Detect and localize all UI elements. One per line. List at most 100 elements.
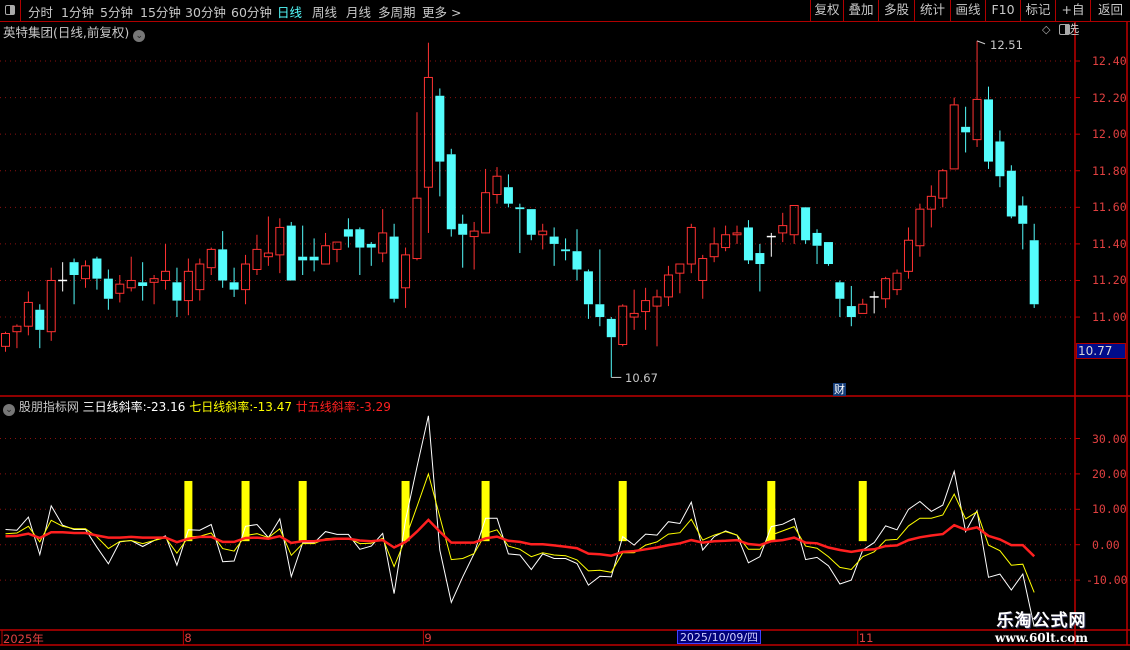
- tab-period-4[interactable]: 30分钟: [185, 2, 226, 21]
- tab-period-3[interactable]: 15分钟: [140, 2, 181, 21]
- tab-period-7[interactable]: 周线: [312, 2, 337, 21]
- cursor-date-label: 2025/10/09/四: [677, 630, 761, 644]
- candle: [1006, 165, 1016, 219]
- signal-bar: [767, 480, 776, 542]
- toolbar-button-4[interactable]: 画线: [950, 0, 985, 21]
- panel-layout-icon[interactable]: [1059, 24, 1070, 35]
- candle: [149, 274, 159, 305]
- candle: [366, 242, 376, 266]
- candle: [389, 223, 399, 303]
- stock-title: 英特集团(日线,前复权): [3, 25, 130, 40]
- candle: [321, 232, 331, 265]
- signal-bar: [618, 480, 627, 542]
- signal-bar: [298, 480, 307, 542]
- chevron-down-icon[interactable]: ⌄: [3, 404, 15, 416]
- price-tick-label: 11.20: [1092, 273, 1127, 288]
- price-tick-label: 11.60: [1092, 200, 1127, 215]
- candle: [995, 130, 1005, 188]
- candle: [675, 263, 685, 294]
- toolbar-button-2[interactable]: 多股: [878, 0, 914, 21]
- toolbar-button-6[interactable]: 标记: [1020, 0, 1055, 21]
- candle: [823, 242, 833, 266]
- candle: [423, 42, 433, 233]
- candle: [481, 168, 491, 234]
- candle: [195, 258, 205, 301]
- tab-period-2[interactable]: 5分钟: [100, 2, 133, 21]
- candlestick-series: [1, 40, 1039, 378]
- candle: [846, 285, 856, 327]
- candle: [172, 267, 182, 318]
- candle: [355, 227, 365, 275]
- diamond-icon[interactable]: ◇: [1042, 23, 1050, 36]
- chart-title: 英特集团(日线,前复权) ⌄: [3, 22, 146, 42]
- toolbar-button-7[interactable]: +自选: [1055, 0, 1090, 37]
- tab-period-10[interactable]: 更多 >: [422, 2, 461, 21]
- candle: [858, 298, 868, 314]
- candle: [698, 254, 708, 299]
- tab-period-6[interactable]: 日线: [277, 2, 302, 21]
- candle: [1, 331, 10, 352]
- candle: [1018, 196, 1028, 250]
- candle: [412, 112, 422, 261]
- candle: [252, 234, 262, 275]
- tab-period-8[interactable]: 月线: [346, 2, 371, 21]
- candle: [241, 254, 251, 305]
- tab-period-0[interactable]: 分时: [28, 2, 53, 21]
- candle: [755, 243, 765, 292]
- candle: [972, 40, 982, 147]
- price-tick-label: 12.20: [1092, 90, 1127, 105]
- candle: [58, 262, 68, 292]
- candle: [595, 249, 605, 327]
- candle: [115, 274, 125, 303]
- candle: [812, 229, 822, 265]
- indicator-series: [5, 415, 1036, 627]
- indicator-header: ⌄ 股朋指标网 三日线斜率:-23.16 七日线斜率:-13.47 廿五线斜率:…: [3, 398, 391, 416]
- tab-period-9[interactable]: 多周期: [378, 2, 416, 21]
- candle: [526, 209, 536, 241]
- tab-period-5[interactable]: 60分钟: [231, 2, 272, 21]
- toolbar-button-1[interactable]: 叠加: [843, 0, 878, 21]
- low-price-label: 10.67: [625, 371, 658, 385]
- x-axis-label: 8: [184, 631, 192, 645]
- toolbar-button-8[interactable]: 返回: [1090, 0, 1130, 21]
- indicator-name[interactable]: 股朋指标网: [19, 400, 79, 414]
- panel-toggle-button[interactable]: [0, 0, 21, 21]
- candle: [915, 203, 925, 257]
- finance-marker[interactable]: 财: [833, 383, 846, 396]
- tab-period-1[interactable]: 1分钟: [61, 2, 94, 21]
- indicator-line-1: [5, 472, 1035, 593]
- series-7day-label: 七日线斜率:-13.47: [189, 400, 292, 414]
- x-axis-label: 9: [424, 631, 432, 645]
- toolbar-button-0[interactable]: 复权: [810, 0, 843, 21]
- candle: [835, 280, 845, 318]
- candle: [983, 86, 993, 169]
- indicator-line-2: [5, 518, 1036, 558]
- candle: [275, 218, 285, 274]
- candle: [583, 269, 593, 319]
- candle: [1029, 223, 1039, 308]
- candle: [789, 204, 799, 244]
- candle: [881, 276, 891, 308]
- candle: [801, 207, 811, 244]
- indicator-tick-label: 20.00: [1092, 466, 1127, 481]
- toolbar-button-3[interactable]: 统计: [914, 0, 950, 21]
- series-3day-label: 三日线斜率:-23.16: [82, 400, 186, 414]
- candle: [435, 88, 445, 197]
- candle: [69, 258, 79, 305]
- candle: [732, 225, 742, 244]
- candle: [446, 148, 456, 237]
- signal-bar: [401, 480, 410, 542]
- candle: [458, 214, 468, 268]
- high-marker: [976, 40, 986, 45]
- chevron-down-icon[interactable]: ⌄: [133, 30, 146, 42]
- candle: [309, 238, 319, 272]
- candle: [869, 291, 879, 314]
- toolbar-button-5[interactable]: F10: [985, 0, 1020, 21]
- candle: [743, 220, 753, 265]
- series-25day-label: 廿五线斜率:-3.29: [295, 400, 391, 414]
- candle: [778, 212, 788, 243]
- candle: [12, 324, 22, 349]
- candle: [709, 227, 719, 263]
- kline-chart[interactable]: [0, 0, 1130, 650]
- candle: [538, 223, 548, 250]
